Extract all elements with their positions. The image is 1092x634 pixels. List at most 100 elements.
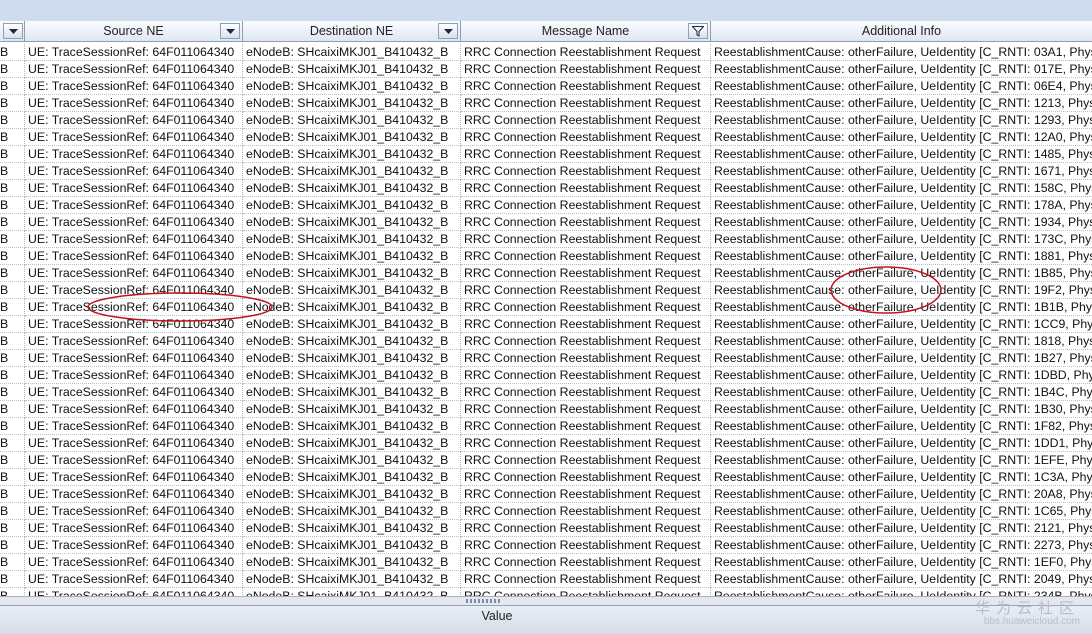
table-row[interactable]: B UE: TraceSessionRef: 64F011064340 eNodeB… — [0, 554, 1092, 571]
additional-info-cell[interactable]: ReestablishmentCause: otherFailure, UeId… — [711, 520, 1092, 537]
table-row[interactable]: B UE: TraceSessionRef: 64F011064340 eNodeB… — [0, 78, 1092, 95]
source-ne-cell[interactable]: UE: TraceSessionRef: 64F011064340 — [25, 214, 243, 231]
source-ne-cell[interactable]: UE: TraceSessionRef: 64F011064340 — [25, 486, 243, 503]
source-ne-cell[interactable]: UE: TraceSessionRef: 64F011064340 — [25, 231, 243, 248]
destination-ne-cell[interactable]: eNodeB: SHcaixiMKJ01_B410432_B — [243, 163, 461, 180]
table-row[interactable]: B UE: TraceSessionRef: 64F011064340 eNodeB… — [0, 452, 1092, 469]
additional-info-cell[interactable]: ReestablishmentCause: otherFailure, UeId… — [711, 486, 1092, 503]
message-name-cell[interactable]: RRC Connection Reestablishment Request — [461, 231, 711, 248]
destination-ne-cell[interactable]: eNodeB: SHcaixiMKJ01_B410432_B — [243, 61, 461, 78]
scrollbar-grip[interactable] — [448, 597, 518, 605]
additional-info-cell[interactable]: ReestablishmentCause: otherFailure, UeId… — [711, 452, 1092, 469]
destination-ne-cell[interactable]: eNodeB: SHcaixiMKJ01_B410432_B — [243, 197, 461, 214]
additional-info-cell[interactable]: ReestablishmentCause: otherFailure, UeId… — [711, 282, 1092, 299]
source-ne-cell[interactable]: UE: TraceSessionRef: 64F011064340 — [25, 129, 243, 146]
source-ne-cell[interactable]: UE: TraceSessionRef: 64F011064340 — [25, 282, 243, 299]
message-name-cell[interactable]: RRC Connection Reestablishment Request — [461, 469, 711, 486]
table-row[interactable]: B UE: TraceSessionRef: 64F011064340 eNodeB… — [0, 503, 1092, 520]
additional-info-cell[interactable]: ReestablishmentCause: otherFailure, UeId… — [711, 537, 1092, 554]
message-name-cell[interactable]: RRC Connection Reestablishment Request — [461, 316, 711, 333]
destination-ne-cell[interactable]: eNodeB: SHcaixiMKJ01_B410432_B — [243, 384, 461, 401]
row-marker[interactable]: B — [0, 367, 25, 384]
destination-ne-cell[interactable]: eNodeB: SHcaixiMKJ01_B410432_B — [243, 571, 461, 588]
table-row[interactable]: B UE: TraceSessionRef: 64F011064340 eNodeB… — [0, 350, 1092, 367]
table-row[interactable]: B UE: TraceSessionRef: 64F011064340 eNodeB… — [0, 129, 1092, 146]
row-marker[interactable]: B — [0, 435, 25, 452]
row-marker[interactable]: B — [0, 163, 25, 180]
destination-ne-cell[interactable]: eNodeB: SHcaixiMKJ01_B410432_B — [243, 503, 461, 520]
table-row[interactable]: B UE: TraceSessionRef: 64F011064340 eNodeB… — [0, 520, 1092, 537]
column-dropdown-button[interactable] — [220, 23, 240, 39]
source-ne-cell[interactable]: UE: TraceSessionRef: 64F011064340 — [25, 503, 243, 520]
additional-info-cell[interactable]: ReestablishmentCause: otherFailure, UeId… — [711, 418, 1092, 435]
destination-ne-cell[interactable]: eNodeB: SHcaixiMKJ01_B410432_B — [243, 316, 461, 333]
row-marker[interactable]: B — [0, 197, 25, 214]
message-name-cell[interactable]: RRC Connection Reestablishment Request — [461, 384, 711, 401]
source-ne-cell[interactable]: UE: TraceSessionRef: 64F011064340 — [25, 44, 243, 61]
horizontal-scrollbar[interactable] — [0, 596, 1092, 605]
row-marker[interactable]: B — [0, 214, 25, 231]
source-ne-cell[interactable]: UE: TraceSessionRef: 64F011064340 — [25, 299, 243, 316]
table-row[interactable]: B UE: TraceSessionRef: 64F011064340 eNodeB… — [0, 180, 1092, 197]
row-marker[interactable]: B — [0, 554, 25, 571]
row-marker[interactable]: B — [0, 95, 25, 112]
additional-info-cell[interactable]: ReestablishmentCause: otherFailure, UeId… — [711, 163, 1092, 180]
destination-ne-cell[interactable]: eNodeB: SHcaixiMKJ01_B410432_B — [243, 95, 461, 112]
additional-info-cell[interactable]: ReestablishmentCause: otherFailure, UeId… — [711, 333, 1092, 350]
table-row[interactable]: B UE: TraceSessionRef: 64F011064340 eNodeB… — [0, 265, 1092, 282]
additional-info-cell[interactable]: ReestablishmentCause: otherFailure, UeId… — [711, 214, 1092, 231]
additional-info-cell[interactable]: ReestablishmentCause: otherFailure, UeId… — [711, 554, 1092, 571]
message-name-cell[interactable]: RRC Connection Reestablishment Request — [461, 435, 711, 452]
row-marker[interactable]: B — [0, 282, 25, 299]
source-ne-cell[interactable]: UE: TraceSessionRef: 64F011064340 — [25, 112, 243, 129]
source-ne-cell[interactable]: UE: TraceSessionRef: 64F011064340 — [25, 469, 243, 486]
detail-panel-header[interactable]: Value — [0, 605, 1092, 634]
additional-info-cell[interactable]: ReestablishmentCause: otherFailure, UeId… — [711, 248, 1092, 265]
destination-ne-cell[interactable]: eNodeB: SHcaixiMKJ01_B410432_B — [243, 146, 461, 163]
table-row[interactable]: B UE: TraceSessionRef: 64F011064340 eNodeB… — [0, 418, 1092, 435]
row-marker[interactable]: B — [0, 265, 25, 282]
destination-ne-cell[interactable]: eNodeB: SHcaixiMKJ01_B410432_B — [243, 588, 461, 596]
message-name-cell[interactable]: RRC Connection Reestablishment Request — [461, 588, 711, 596]
source-ne-cell[interactable]: UE: TraceSessionRef: 64F011064340 — [25, 265, 243, 282]
additional-info-cell[interactable]: ReestablishmentCause: otherFailure, UeId… — [711, 197, 1092, 214]
table-row[interactable]: B UE: TraceSessionRef: 64F011064340 eNodeB… — [0, 435, 1092, 452]
destination-ne-cell[interactable]: eNodeB: SHcaixiMKJ01_B410432_B — [243, 418, 461, 435]
message-name-cell[interactable]: RRC Connection Reestablishment Request — [461, 350, 711, 367]
source-ne-cell[interactable]: UE: TraceSessionRef: 64F011064340 — [25, 401, 243, 418]
destination-ne-cell[interactable]: eNodeB: SHcaixiMKJ01_B410432_B — [243, 333, 461, 350]
row-marker[interactable]: B — [0, 333, 25, 350]
source-ne-cell[interactable]: UE: TraceSessionRef: 64F011064340 — [25, 384, 243, 401]
message-name-cell[interactable]: RRC Connection Reestablishment Request — [461, 486, 711, 503]
table-row[interactable]: B UE: TraceSessionRef: 64F011064340 eNodeB… — [0, 197, 1092, 214]
row-marker[interactable]: B — [0, 452, 25, 469]
additional-info-cell[interactable]: ReestablishmentCause: otherFailure, UeId… — [711, 61, 1092, 78]
column-dropdown-button[interactable] — [438, 23, 458, 39]
source-ne-cell[interactable]: UE: TraceSessionRef: 64F011064340 — [25, 78, 243, 95]
message-name-cell[interactable]: RRC Connection Reestablishment Request — [461, 95, 711, 112]
source-ne-cell[interactable]: UE: TraceSessionRef: 64F011064340 — [25, 537, 243, 554]
table-row[interactable]: B UE: TraceSessionRef: 64F011064340 eNodeB… — [0, 316, 1092, 333]
destination-ne-cell[interactable]: eNodeB: SHcaixiMKJ01_B410432_B — [243, 401, 461, 418]
message-name-cell[interactable]: RRC Connection Reestablishment Request — [461, 214, 711, 231]
message-name-cell[interactable]: RRC Connection Reestablishment Request — [461, 112, 711, 129]
message-name-cell[interactable]: RRC Connection Reestablishment Request — [461, 520, 711, 537]
row-marker[interactable]: B — [0, 78, 25, 95]
message-name-cell[interactable]: RRC Connection Reestablishment Request — [461, 78, 711, 95]
table-row[interactable]: B UE: TraceSessionRef: 64F011064340 eNodeB… — [0, 367, 1092, 384]
header-source-ne[interactable]: Source NE — [25, 21, 243, 42]
table-row[interactable]: B UE: TraceSessionRef: 64F011064340 eNodeB… — [0, 61, 1092, 78]
row-marker[interactable]: B — [0, 486, 25, 503]
destination-ne-cell[interactable]: eNodeB: SHcaixiMKJ01_B410432_B — [243, 248, 461, 265]
table-row[interactable]: B UE: TraceSessionRef: 64F011064340 eNodeB… — [0, 469, 1092, 486]
additional-info-cell[interactable]: ReestablishmentCause: otherFailure, UeId… — [711, 78, 1092, 95]
header-col-marker[interactable] — [0, 21, 25, 42]
additional-info-cell[interactable]: ReestablishmentCause: otherFailure, UeId… — [711, 367, 1092, 384]
message-name-cell[interactable]: RRC Connection Reestablishment Request — [461, 554, 711, 571]
row-marker[interactable]: B — [0, 316, 25, 333]
row-marker[interactable]: B — [0, 520, 25, 537]
message-name-cell[interactable]: RRC Connection Reestablishment Request — [461, 163, 711, 180]
table-row[interactable]: B UE: TraceSessionRef: 64F011064340 eNodeB… — [0, 95, 1092, 112]
source-ne-cell[interactable]: UE: TraceSessionRef: 64F011064340 — [25, 61, 243, 78]
source-ne-cell[interactable]: UE: TraceSessionRef: 64F011064340 — [25, 588, 243, 596]
